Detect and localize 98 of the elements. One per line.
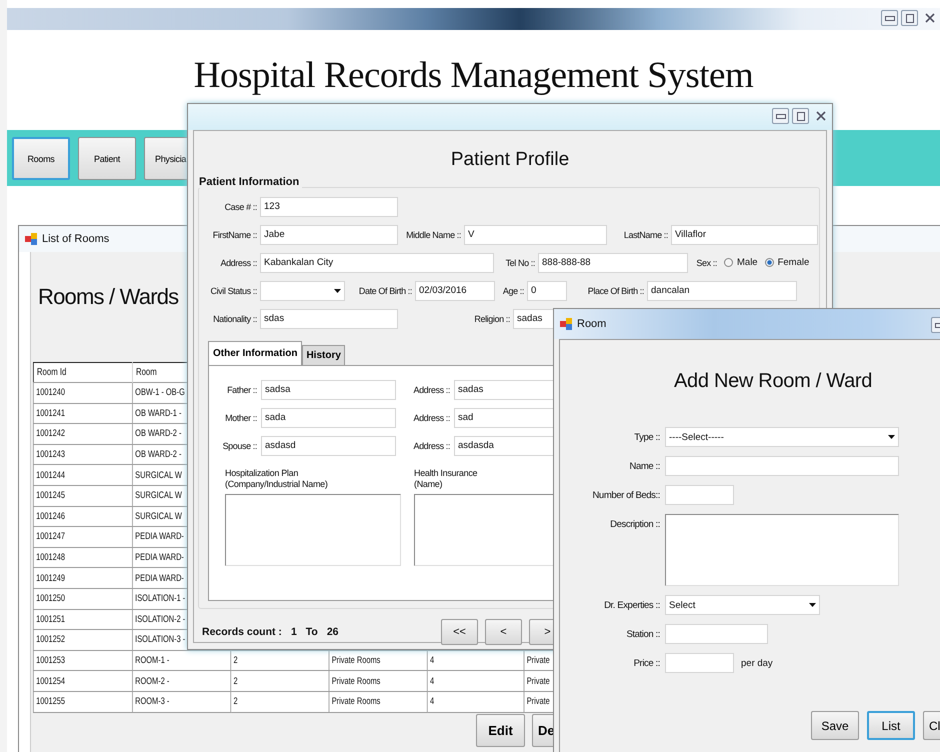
radio-button[interactable] bbox=[724, 258, 733, 267]
maximize-icon[interactable] bbox=[901, 10, 918, 26]
field-label: FirstName :: bbox=[212, 230, 257, 240]
input-field[interactable]: sada bbox=[261, 408, 396, 428]
maximize-icon[interactable] bbox=[792, 108, 809, 124]
input-field[interactable]: 0 bbox=[527, 280, 567, 300]
field-label: Address :: bbox=[219, 258, 257, 268]
nav-button[interactable]: Patient bbox=[78, 137, 136, 180]
field-label: Health Insurance (Name) bbox=[414, 468, 478, 490]
action-button[interactable]: Cl bbox=[923, 711, 940, 740]
input-field[interactable]: sadsa bbox=[261, 380, 396, 400]
field-label: Place Of Birth :: bbox=[586, 286, 644, 296]
tab[interactable]: Other Information bbox=[208, 341, 302, 365]
table-cell: 1001254 bbox=[33, 670, 132, 692]
field-label: Address :: bbox=[412, 384, 450, 394]
field-label: Dr. Experties :: bbox=[603, 599, 660, 611]
table-cell: 1001248 bbox=[33, 547, 132, 568]
minimize-icon[interactable] bbox=[772, 108, 789, 124]
table-cell: 1001253 bbox=[33, 650, 132, 671]
action-button[interactable]: Save bbox=[811, 711, 859, 740]
field-label: Age :: bbox=[502, 286, 524, 296]
app-title: Hospital Records Management System bbox=[192, 54, 754, 97]
field-label: Price :: bbox=[632, 658, 660, 668]
table-cell: 1001246 bbox=[33, 506, 132, 527]
input-field[interactable]: 123 bbox=[260, 196, 398, 216]
records-from: 1 bbox=[290, 626, 297, 638]
window-title: List of Rooms bbox=[42, 233, 110, 245]
form-heading: Add New Room / Ward bbox=[674, 370, 874, 393]
radio-button[interactable] bbox=[764, 258, 774, 267]
group-title: Patient Information bbox=[199, 176, 302, 188]
table-cell: Private Rooms bbox=[329, 670, 428, 692]
table-cell: 1001241 bbox=[33, 403, 132, 424]
nav-button[interactable]: Rooms bbox=[12, 137, 70, 180]
radio-label: Female bbox=[778, 257, 810, 268]
field-label: Type :: bbox=[633, 431, 660, 443]
table-cell: 1001250 bbox=[33, 588, 132, 610]
table-cell: Private Rooms bbox=[329, 691, 428, 712]
caret-icon bbox=[888, 435, 895, 439]
action-button[interactable]: List bbox=[867, 711, 915, 740]
input-field[interactable] bbox=[665, 456, 899, 476]
field-label: Date Of Birth :: bbox=[358, 286, 412, 296]
app-icon bbox=[560, 318, 572, 330]
input-field[interactable]: Jabe bbox=[260, 224, 398, 244]
page-heading: Rooms / Wards bbox=[38, 284, 178, 310]
table-cell: ROOM-3 - bbox=[132, 691, 231, 712]
table-cell: 1001240 bbox=[33, 382, 132, 404]
input-field[interactable]: V bbox=[464, 224, 607, 244]
table-cell: 1001251 bbox=[33, 609, 132, 630]
dropdown[interactable]: Select bbox=[665, 595, 820, 615]
table-cell: 1001244 bbox=[33, 464, 132, 486]
app-icon bbox=[25, 233, 37, 245]
input-field[interactable]: dancalan bbox=[647, 280, 797, 300]
column-header: Room Id bbox=[33, 362, 132, 382]
table-cell: 1001242 bbox=[33, 424, 132, 444]
input-field[interactable] bbox=[665, 485, 734, 505]
tab[interactable]: History bbox=[302, 345, 345, 365]
window-title: Room bbox=[577, 318, 606, 330]
radio-label: Male bbox=[737, 257, 758, 268]
input-field[interactable]: sdas bbox=[260, 308, 398, 328]
input-field[interactable]: Kabankalan City bbox=[260, 252, 494, 272]
input-field[interactable]: 02/03/2016 bbox=[415, 280, 495, 300]
caret-icon bbox=[809, 603, 816, 607]
unit-label: per day bbox=[741, 658, 773, 668]
table-cell: 1001247 bbox=[33, 526, 132, 548]
action-button[interactable]: Edit bbox=[476, 714, 525, 746]
input-field[interactable]: 888-888-88 bbox=[538, 252, 688, 272]
dropdown[interactable]: ----Select----- bbox=[665, 427, 899, 447]
field-label: Name :: bbox=[628, 460, 660, 472]
records-to: 26 bbox=[326, 626, 339, 638]
field-label: Number of Beds:: bbox=[591, 490, 660, 500]
field-label: Religion :: bbox=[473, 314, 510, 324]
input-field[interactable]: asdasd bbox=[261, 436, 396, 456]
field-label: LastName :: bbox=[622, 230, 668, 240]
records-to-label: To bbox=[306, 626, 318, 638]
minimize-icon[interactable] bbox=[881, 10, 898, 26]
pager-button[interactable]: << bbox=[441, 619, 478, 645]
form-heading: Patient Profile bbox=[450, 149, 570, 171]
field-label: Tel No :: bbox=[504, 258, 535, 268]
table-cell: 1001245 bbox=[33, 485, 132, 506]
pager-button[interactable]: < bbox=[485, 619, 522, 645]
table-cell: 1001252 bbox=[33, 630, 132, 650]
input-field[interactable]: Villaflor bbox=[671, 224, 818, 244]
field-label: Address :: bbox=[412, 412, 450, 422]
input-field[interactable] bbox=[665, 653, 734, 673]
input-field[interactable] bbox=[665, 624, 768, 644]
table-cell: 1001255 bbox=[33, 691, 132, 712]
table-cell: 1001249 bbox=[33, 568, 132, 588]
table-cell: 1001243 bbox=[33, 444, 132, 465]
field-label: Address :: bbox=[412, 440, 450, 450]
table-cell: ROOM-2 - bbox=[132, 670, 231, 692]
field-label: Nationality :: bbox=[212, 314, 257, 324]
field-label: Description :: bbox=[609, 518, 660, 530]
field-label: Sex :: bbox=[695, 258, 717, 268]
caret-icon bbox=[334, 288, 341, 292]
field-label: Civil Status :: bbox=[209, 286, 257, 296]
field-label: Middle Name :: bbox=[405, 230, 461, 240]
field-label: Station :: bbox=[626, 628, 660, 640]
field-label: Case # :: bbox=[224, 202, 257, 212]
